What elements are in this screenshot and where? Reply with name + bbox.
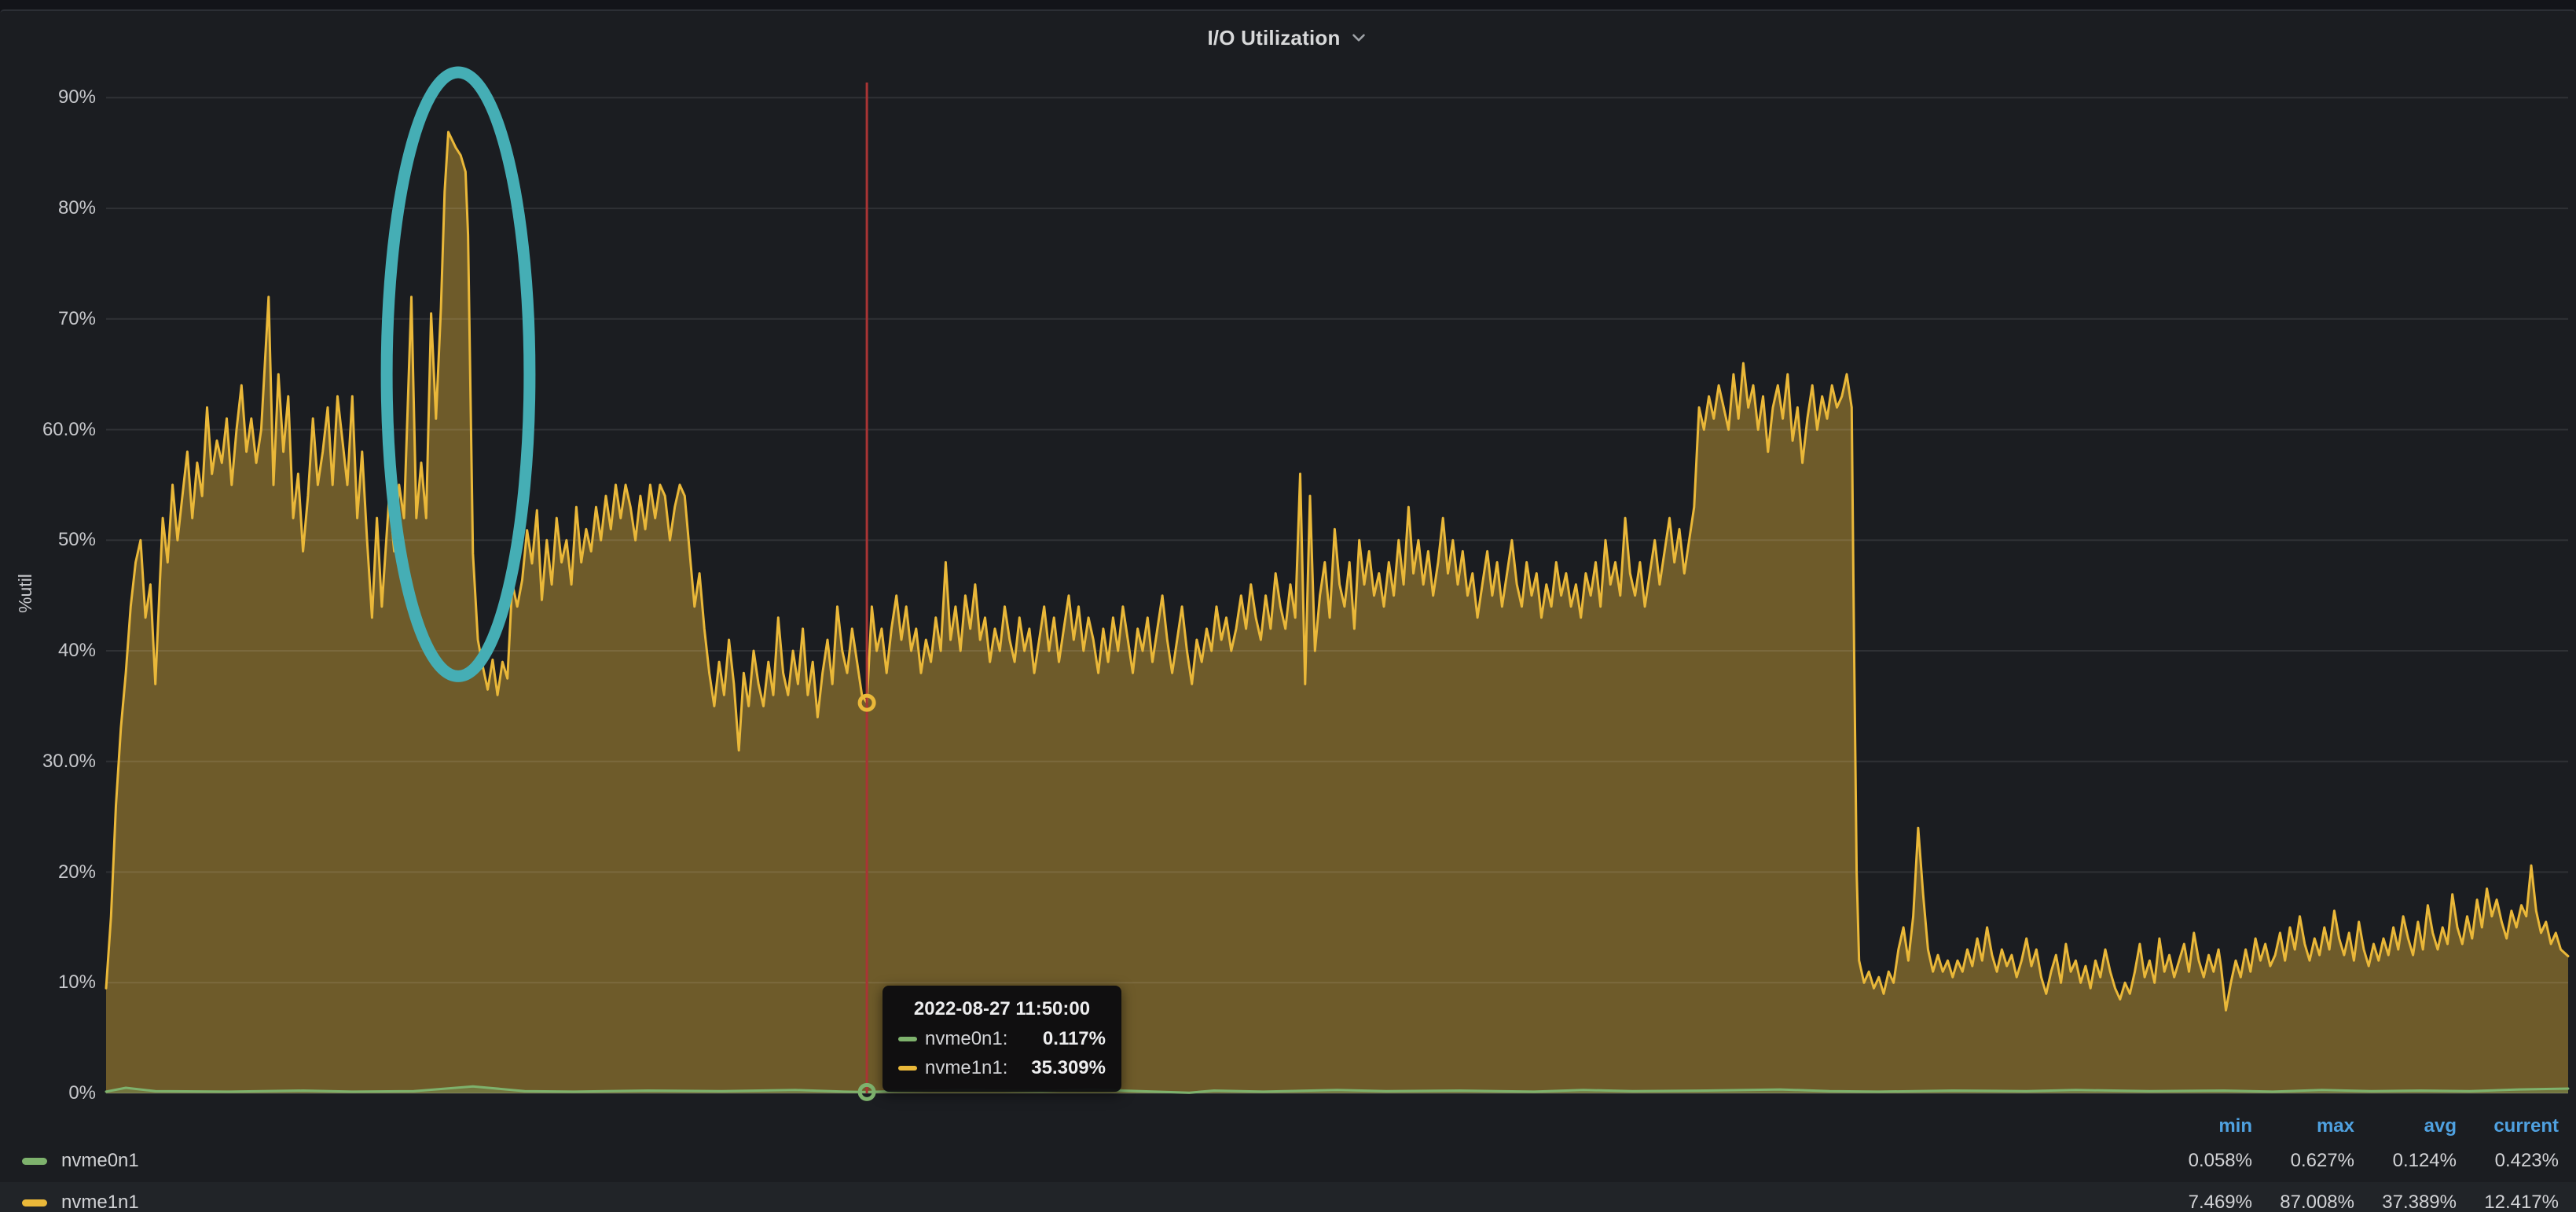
chart-plot-area[interactable] — [106, 78, 2568, 1093]
stat-current: 12.417% — [2457, 1192, 2559, 1212]
stat-min: 7.469% — [2150, 1192, 2252, 1212]
stat-avg: 0.124% — [2354, 1150, 2457, 1172]
legend-item-nvme1n1[interactable]: nvme1n1 7.469% 87.008% 37.389% 12.417% — [0, 1182, 2576, 1212]
y-axis-tick-20%: 20% — [0, 861, 96, 884]
stat-min: 0.058% — [2150, 1150, 2252, 1172]
dashboard-view: I/O Utilization %util 0% 10% 20% 30.0% 40% 50… — [0, 0, 2576, 1212]
y-axis-tick-10%: 10% — [0, 971, 96, 994]
y-axis-tick-80%: 80% — [0, 196, 96, 220]
legend-header-avg[interactable]: avg — [2354, 1113, 2457, 1140]
legend-stat-headers: min max avg current — [2150, 1113, 2559, 1140]
y-axis-tick-30.0%: 30.0% — [0, 750, 96, 773]
panel-title-text: I/O Utilization — [1207, 26, 1340, 50]
series-color-marker-icon — [22, 1158, 47, 1165]
y-axis-tick-50%: 50% — [0, 528, 96, 552]
legend-header-min[interactable]: min — [2150, 1113, 2252, 1140]
stat-current: 0.423% — [2457, 1150, 2559, 1172]
legend-series-stats: 0.058% 0.627% 0.124% 0.423% — [2150, 1150, 2576, 1172]
y-axis-tick-60.0%: 60.0% — [0, 418, 96, 442]
series-swatch-icon — [898, 1037, 917, 1041]
y-axis-tick-70%: 70% — [0, 307, 96, 331]
tooltip-timestamp: 2022-08-27 11:50:00 — [898, 998, 1106, 1020]
y-axis-tick-40%: 40% — [0, 639, 96, 663]
tooltip-series-label: nvme0n1: — [925, 1028, 1007, 1050]
chart-tooltip: 2022-08-27 11:50:00 nvme0n1: 0.117% nvme… — [883, 986, 1121, 1092]
panel-title[interactable]: I/O Utilization — [1199, 23, 1376, 53]
panel-header: I/O Utilization — [0, 11, 2576, 64]
tooltip-row-nvme1n1: nvme1n1: 35.309% — [898, 1057, 1106, 1079]
tooltip-series-value: 35.309% — [1031, 1057, 1106, 1079]
legend-series-label: nvme0n1 — [61, 1150, 139, 1172]
legend-header-current[interactable]: current — [2457, 1113, 2559, 1140]
stat-max: 0.627% — [2252, 1150, 2354, 1172]
tooltip-series-value: 0.117% — [1043, 1028, 1106, 1050]
tooltip-series-label: nvme1n1: — [925, 1057, 1007, 1079]
y-axis-tick-0%: 0% — [0, 1082, 96, 1105]
stat-avg: 37.389% — [2354, 1192, 2457, 1212]
time-series-chart — [106, 78, 2568, 1093]
chevron-down-icon — [1349, 28, 1369, 48]
legend-series-stats: 7.469% 87.008% 37.389% 12.417% — [2150, 1192, 2576, 1212]
legend: min max avg current nvme0n1 0.058% 0.627… — [0, 1110, 2576, 1212]
stat-max: 87.008% — [2252, 1192, 2354, 1212]
io-utilization-panel: I/O Utilization %util 0% 10% 20% 30.0% 40% 50… — [0, 9, 2576, 1212]
legend-header-max[interactable]: max — [2252, 1113, 2354, 1140]
legend-series-label: nvme1n1 — [61, 1192, 139, 1212]
series-color-marker-icon — [22, 1199, 47, 1206]
y-axis-unit-label: %util — [15, 554, 39, 633]
series-swatch-icon — [898, 1066, 917, 1071]
y-axis-tick-90%: 90% — [0, 86, 96, 109]
tooltip-row-nvme0n1: nvme0n1: 0.117% — [898, 1028, 1106, 1050]
legend-item-nvme0n1[interactable]: nvme0n1 0.058% 0.627% 0.124% 0.423% — [0, 1141, 2576, 1181]
